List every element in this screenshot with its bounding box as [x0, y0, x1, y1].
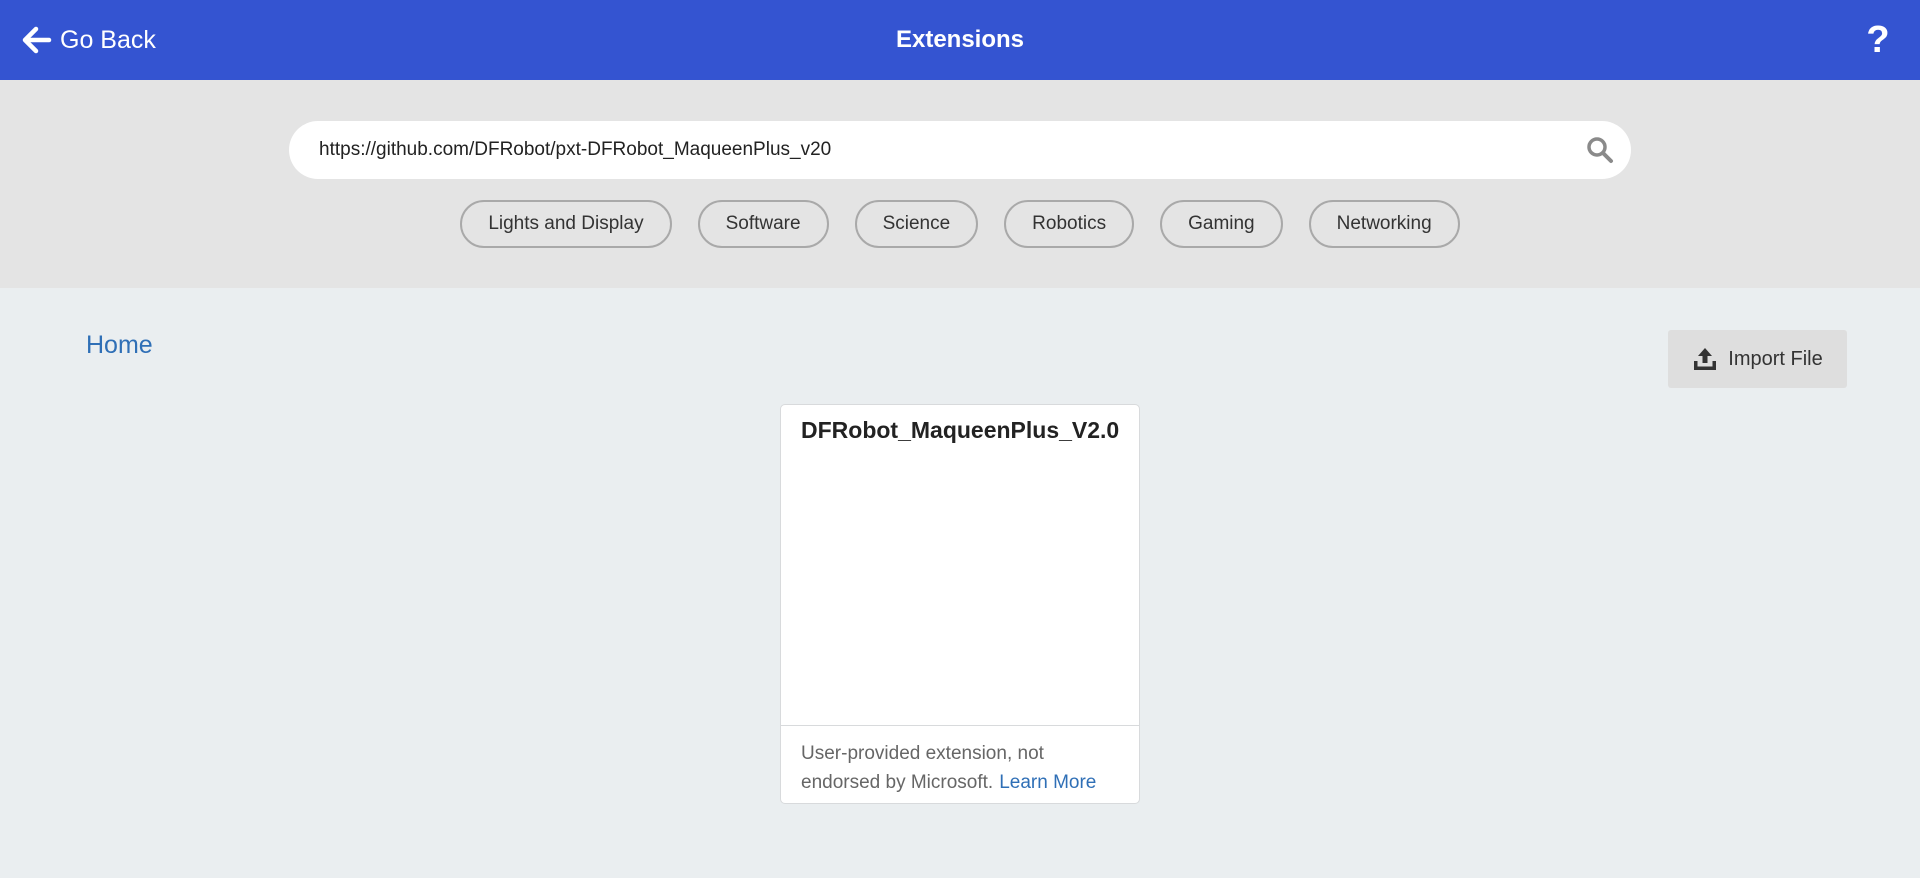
search-button[interactable] — [1585, 135, 1615, 165]
import-file-label: Import File — [1728, 347, 1823, 370]
category-chip-robotics[interactable]: Robotics — [1004, 200, 1135, 248]
help-icon: ? — [1866, 18, 1890, 61]
extension-card-footer: User-provided extension, not endorsed by… — [781, 725, 1139, 803]
category-filters: Lights and Display Software Science Robo… — [0, 200, 1920, 248]
search-box — [289, 121, 1631, 179]
upload-icon — [1694, 348, 1717, 370]
category-chip-science[interactable]: Science — [854, 200, 979, 248]
go-back-label: Go Back — [60, 25, 156, 54]
extension-card[interactable]: DFRobot_MaqueenPlus_V2.0 User-provided e… — [780, 404, 1140, 804]
learn-more-link[interactable]: Learn More — [999, 772, 1096, 793]
go-back-button[interactable]: Go Back — [22, 18, 156, 62]
app-header: Go Back Extensions ? — [0, 0, 1920, 80]
category-chip-software[interactable]: Software — [697, 200, 829, 248]
category-chip-networking[interactable]: Networking — [1308, 200, 1460, 248]
arrow-left-icon — [22, 26, 52, 54]
category-chip-gaming[interactable]: Gaming — [1160, 200, 1283, 248]
import-file-button[interactable]: Import File — [1668, 330, 1847, 388]
page-title: Extensions — [895, 26, 1025, 53]
search-icon — [1587, 137, 1613, 163]
search-area: Lights and Display Software Science Robo… — [0, 80, 1920, 288]
category-chip-lights-and-display[interactable]: Lights and Display — [460, 200, 672, 248]
breadcrumb-home-link[interactable]: Home — [86, 331, 153, 360]
search-input[interactable] — [317, 121, 1537, 179]
extension-card-title: DFRobot_MaqueenPlus_V2.0 — [801, 417, 1120, 443]
help-button[interactable]: ? — [1858, 18, 1898, 62]
